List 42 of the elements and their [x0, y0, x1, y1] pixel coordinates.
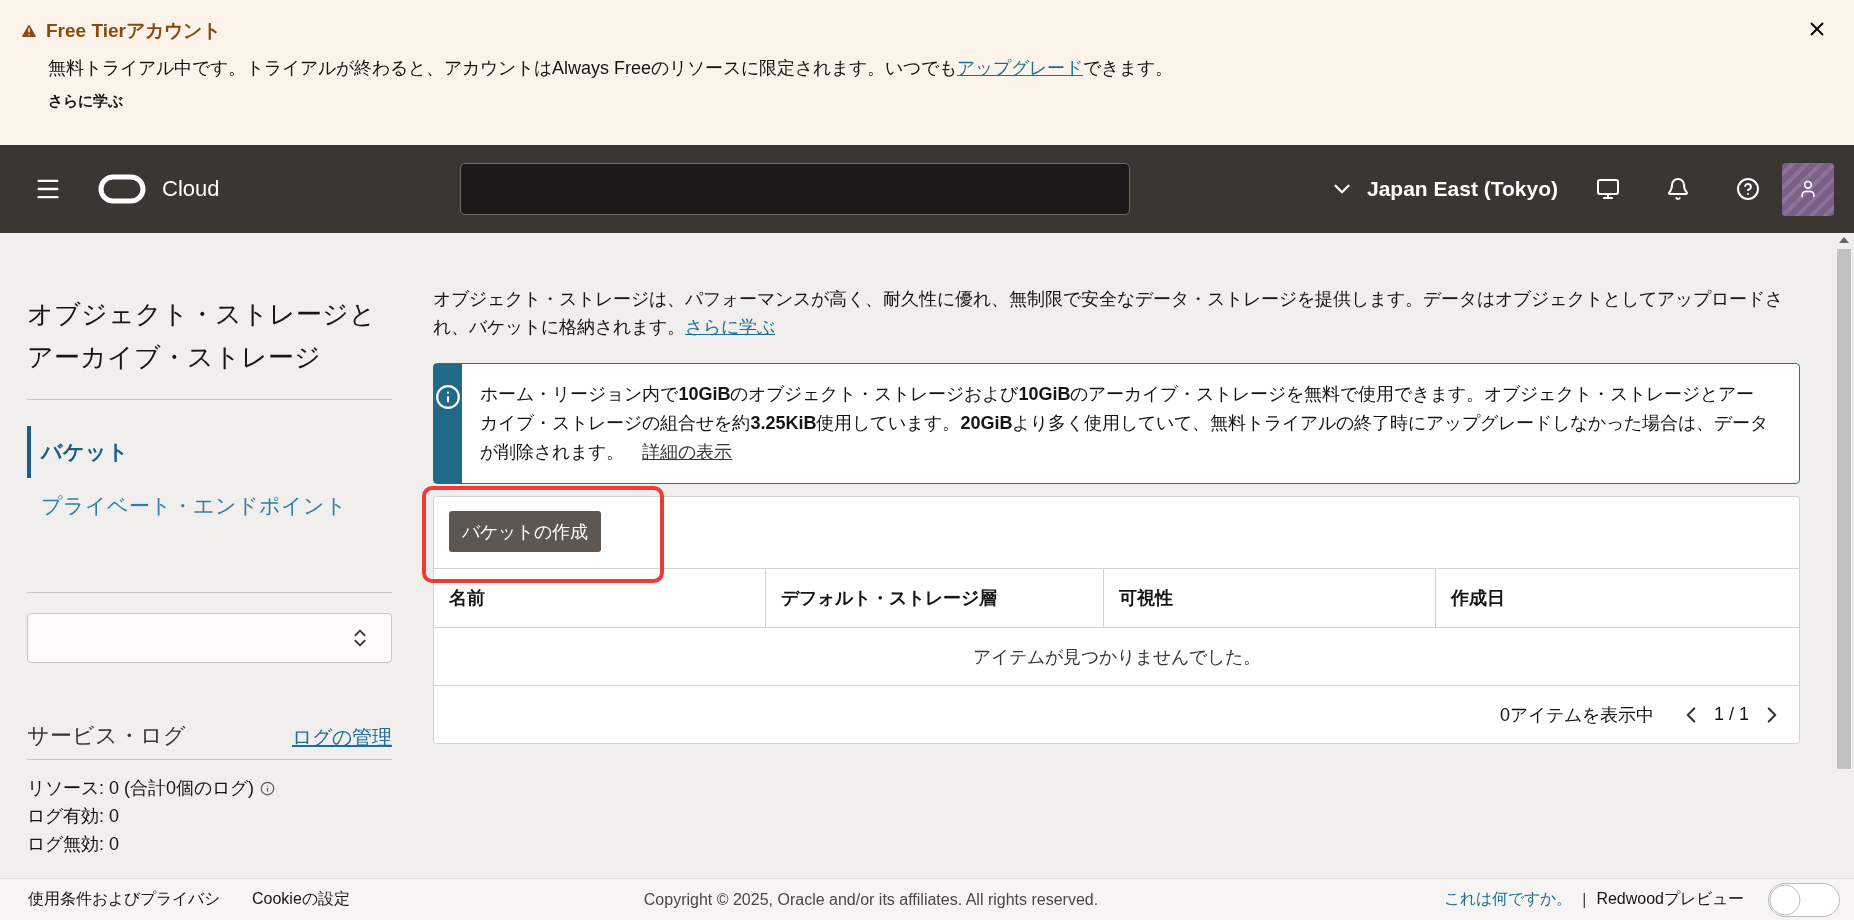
column-header: 名前 [448, 587, 486, 610]
upgrade-link[interactable]: アップグレード [957, 58, 1084, 78]
page-title: オブジェクト・ストレージとアーカイブ・ストレージ [27, 298, 377, 374]
item-count: 0アイテムを表示中 [1499, 703, 1654, 727]
info-icon [435, 384, 462, 410]
banner-title: Free Tierアカウント [46, 19, 221, 43]
copyright-text: Copyright © 2025, Oracle and/or its affiliates. All rights reserved. [643, 890, 1099, 909]
logs-title: サービス・ログ [27, 722, 186, 750]
page-number: 1 / 1 [1713, 704, 1749, 725]
banner-message: 無料トライアル中です。トライアルが終わると、アカウントはAlways Freeのリソースに限定されます。いつでも アップグレードできます。 [47, 57, 1175, 80]
create-bucket-button[interactable]: バケットの作成 [449, 511, 601, 552]
manage-logs-link[interactable]: ログの管理 [292, 724, 392, 751]
info-text: ホーム・リージョン内で10GiBのオブジェクト・ストレージおよび10GiBのアーカイブ・ストレージを無料で使用できます。オブジェクト・ストレージとアーカイブ・ストレージの組合せを約3.25KiB使用しています。20GiBより多く使用していて、無料トライアルの終了時にアップグレードしなかった場合は、データが削除されます。 詳細の表示 [479, 383, 1770, 464]
footer-link[interactable]: Cookieの設定 [252, 889, 350, 910]
nav-item[interactable]: バケット [27, 426, 392, 478]
learn-more-link[interactable]: さらに学ぶ [685, 317, 775, 337]
column-header: 作成日 [1435, 569, 1799, 627]
separator: | [1582, 890, 1587, 909]
intro-text: オブジェクト・ストレージは、パフォーマンスが高く、耐久性に優れ、無制限で安全なデータ・ストレージを提供します。データはオブジェクトとしてアップロードされ、バケットに格納されます。さらに学ぶ [433, 288, 1784, 339]
user-avatar[interactable] [1782, 162, 1834, 216]
info-icon[interactable] [260, 780, 275, 796]
logo-icon [98, 174, 146, 204]
footer-link[interactable]: 使用条件およびプライバシ [28, 889, 220, 910]
enabled-stat: ログ有効: 0 [27, 805, 120, 828]
help-icon[interactable] [1736, 177, 1760, 201]
preview-label: Redwoodプレビュー [1596, 889, 1744, 909]
brand-name: Cloud [162, 176, 220, 202]
help-link[interactable]: これは何ですか。 [1444, 889, 1573, 910]
notifications-icon[interactable] [1666, 177, 1690, 201]
learn-more-link[interactable]: さらに学ぶ [20, 92, 1834, 111]
column-header: デフォルト・ストレージ層 [765, 569, 1103, 627]
column-header: 可視性 [1103, 569, 1435, 627]
monitor-icon[interactable] [1596, 177, 1620, 201]
disabled-stat: ログ無効: 0 [27, 833, 120, 856]
preview-toggle[interactable] [1768, 882, 1840, 917]
resources-stat: リソース: 0 (合計0個のログ) [27, 777, 254, 800]
nav-item[interactable]: プライベート・エンドポイント [27, 480, 392, 532]
empty-message: アイテムが見つかりませんでした。 [434, 628, 1799, 686]
warning-icon [20, 22, 38, 40]
region-selector[interactable]: Japan East (Tokyo) [1323, 175, 1564, 203]
details-link[interactable]: 詳細の表示 [642, 442, 733, 462]
search-field[interactable] [460, 163, 1131, 215]
